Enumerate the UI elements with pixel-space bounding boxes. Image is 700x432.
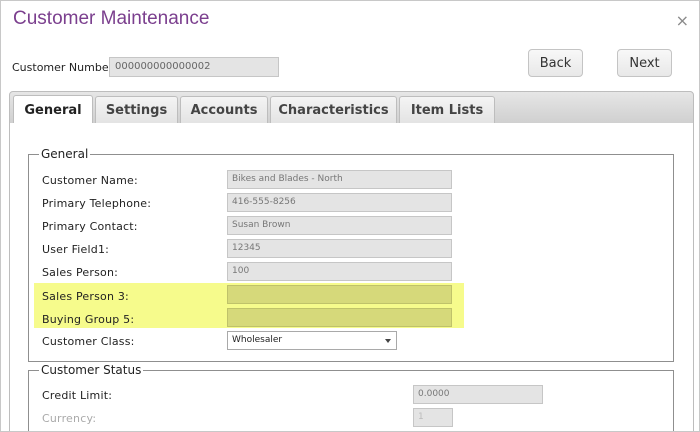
back-button[interactable]: Back [528,49,583,77]
window-title: Customer Maintenance [13,8,210,29]
buying-group5-field[interactable] [227,308,452,327]
tab-accounts[interactable]: Accounts [180,96,268,124]
customer-class-label: Customer Class: [42,335,135,348]
general-legend: General [41,147,89,161]
chevron-down-icon [385,339,391,343]
primary-contact-field[interactable]: Susan Brown [227,216,452,235]
tab-bar: General Settings Accounts Characteristic… [9,91,694,125]
user-field1-label: User Field1: [42,243,110,256]
customer-number-label: Customer Number: [12,61,117,74]
customer-class-value: Wholesaler [232,335,283,345]
customer-name-label: Customer Name: [42,174,138,187]
tab-general[interactable]: General [13,95,93,125]
currency-field[interactable]: 1 [413,408,453,427]
sales-person3-label: Sales Person 3: [42,290,129,303]
primary-telephone-field[interactable]: 416-555-8256 [227,193,452,212]
primary-contact-label: Primary Contact: [42,220,138,233]
sales-person-field[interactable]: 100 [227,262,452,281]
sales-person-label: Sales Person: [42,266,119,279]
primary-telephone-label: Primary Telephone: [42,197,152,210]
credit-limit-field[interactable]: 0.0000 [413,385,543,404]
customer-status-group: Customer Status [28,363,674,431]
tab-item-lists[interactable]: Item Lists [399,96,495,124]
tab-characteristics[interactable]: Characteristics [270,96,397,124]
next-button[interactable]: Next [617,49,672,77]
customer-number-field[interactable]: 000000000000002 [109,57,279,77]
customer-class-select[interactable]: Wholesaler [227,331,397,350]
currency-label: Currency: [42,412,97,425]
sales-person3-field[interactable] [227,285,452,304]
tab-settings[interactable]: Settings [95,96,178,124]
credit-limit-label: Credit Limit: [42,389,113,402]
user-field1-field[interactable]: 12345 [227,239,452,258]
close-icon[interactable]: × [676,11,689,30]
customer-name-field[interactable]: Bikes and Blades - North [227,170,452,189]
customer-maintenance-window: Customer Maintenance × Customer Number: … [0,0,700,432]
buying-group5-label: Buying Group 5: [42,313,135,326]
customer-status-legend: Customer Status [41,363,142,377]
